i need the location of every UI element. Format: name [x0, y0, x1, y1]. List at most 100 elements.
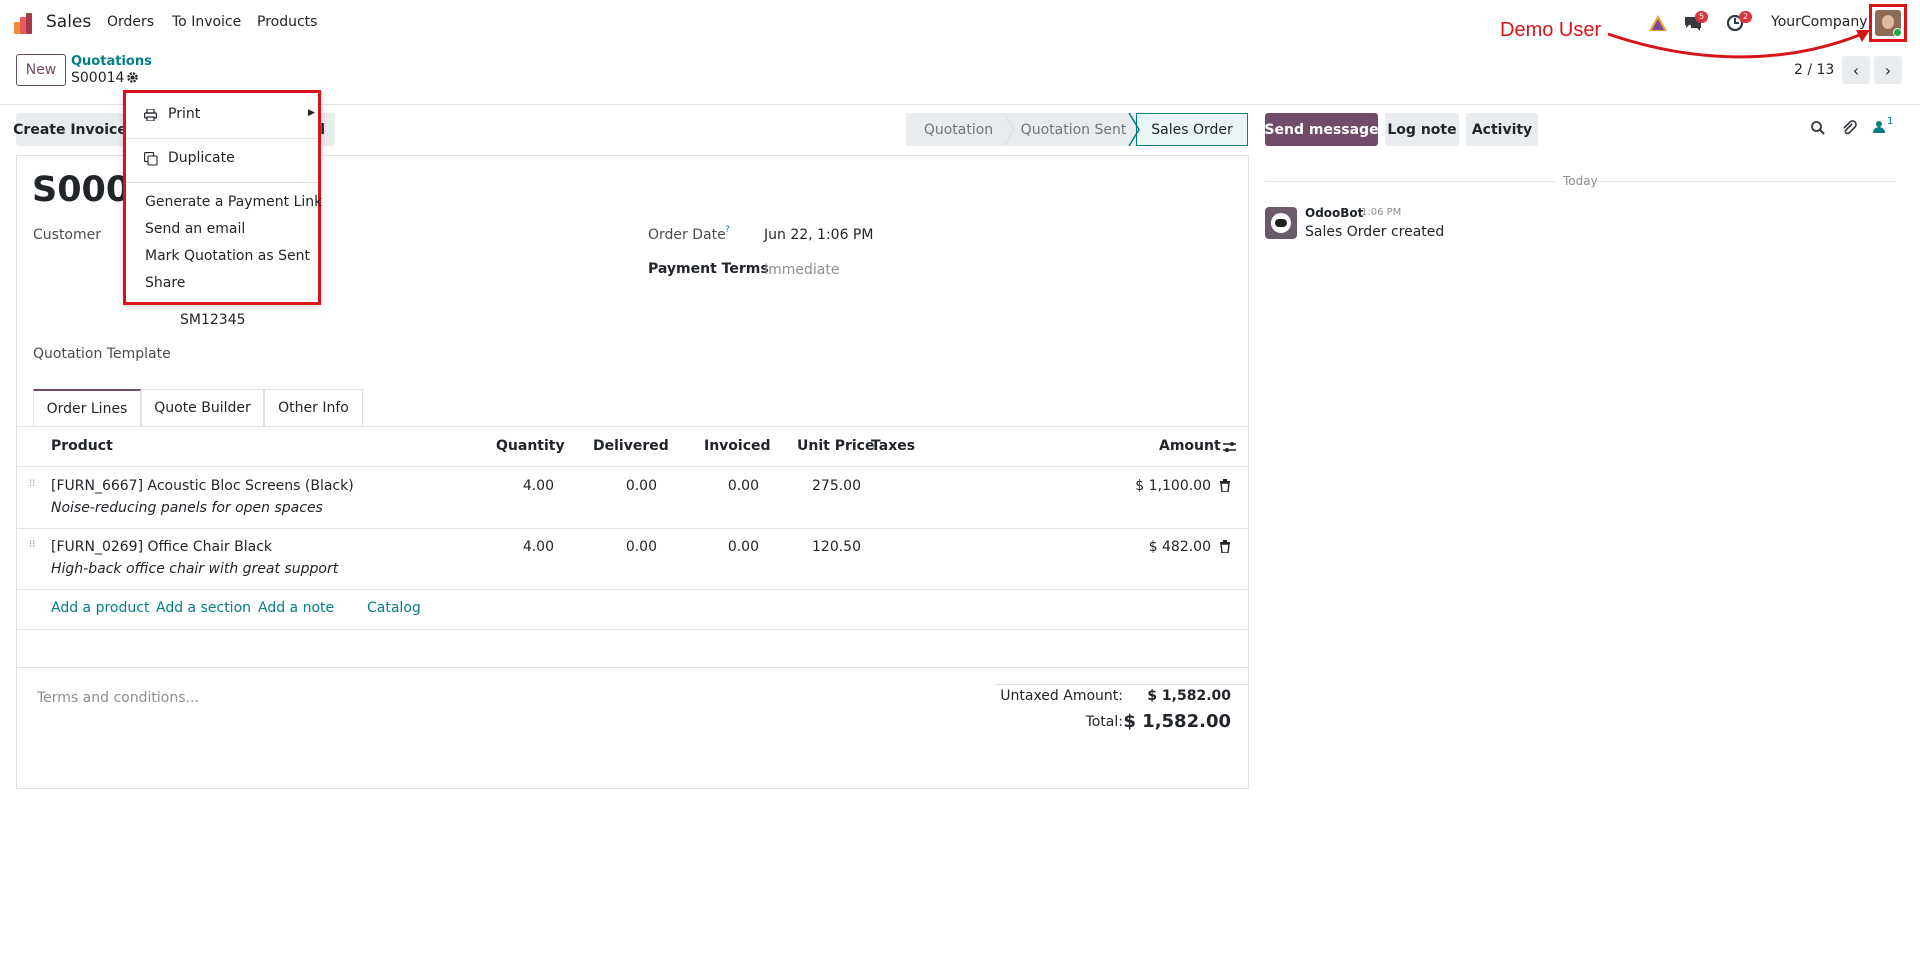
online-status-icon — [1893, 28, 1901, 36]
col-product[interactable]: Product — [51, 438, 113, 454]
pager-value[interactable]: 2 / 13 — [1794, 62, 1834, 78]
row1-description[interactable]: Noise-reducing panels for open spaces — [51, 500, 323, 516]
stage-arrow-icon — [1128, 113, 1140, 146]
activity-button[interactable]: Activity — [1466, 113, 1538, 146]
row1-amount: $ 1,100.00 — [1135, 478, 1211, 494]
row2-unit-price[interactable]: 120.50 — [780, 539, 861, 555]
table-bottom-divider — [16, 629, 1249, 630]
stage-sales-order[interactable]: Sales Order — [1136, 113, 1248, 146]
menu-divider — [126, 182, 318, 183]
trash-icon[interactable] — [1219, 540, 1231, 557]
menu-item-print[interactable]: Print — [168, 106, 288, 122]
row2-amount: $ 482.00 — [1148, 539, 1211, 555]
row2-invoiced[interactable]: 0.00 — [670, 539, 759, 555]
row1-delivered[interactable]: 0.00 — [570, 478, 657, 494]
breadcrumb-current: S00014 — [71, 70, 125, 86]
col-taxes[interactable]: Taxes — [871, 438, 915, 454]
drag-handle-icon[interactable]: ⁝⁝ — [29, 540, 37, 555]
untaxed-amount-label: Untaxed Amount: — [1000, 688, 1123, 704]
message-time: 1:06 PM — [1361, 207, 1402, 218]
stage-arrow-icon — [1003, 113, 1015, 146]
message-body: Sales Order created — [1305, 224, 1445, 240]
row-divider — [16, 528, 1249, 529]
totals-divider — [995, 684, 1249, 685]
day-separator-line — [1265, 181, 1555, 182]
pager-previous-button[interactable]: ‹ — [1842, 56, 1870, 84]
message-author[interactable]: OdooBot — [1305, 206, 1363, 220]
annotation-arrow-icon — [1607, 30, 1870, 59]
row2-description[interactable]: High-back office chair with great suppor… — [51, 561, 338, 577]
order-date-value[interactable]: Jun 22, 1:06 PM — [764, 227, 873, 243]
menu-item-send-email[interactable]: Send an email — [145, 221, 337, 237]
odoobot-avatar[interactable] — [1265, 207, 1297, 239]
column-settings-icon[interactable] — [1222, 440, 1237, 458]
col-amount[interactable]: Amount — [1159, 438, 1221, 454]
trash-icon[interactable] — [1219, 479, 1231, 496]
pager-next-button[interactable]: › — [1874, 56, 1902, 84]
gear-icon[interactable] — [126, 71, 139, 88]
day-separator-label: Today — [1563, 174, 1598, 188]
quotation-template-label: Quotation Template — [33, 346, 171, 362]
tab-quote-builder[interactable]: Quote Builder — [141, 389, 264, 427]
demo-user-annotation: Demo User — [1500, 19, 1602, 41]
row1-quantity[interactable]: 4.00 — [470, 478, 554, 494]
chevron-right-icon: › — [1884, 60, 1892, 80]
drag-handle-icon[interactable]: ⁝⁝ — [29, 479, 37, 494]
row1-invoiced[interactable]: 0.00 — [670, 478, 759, 494]
breadcrumb-quotations[interactable]: Quotations — [71, 54, 152, 69]
help-icon[interactable]: ? — [725, 225, 730, 235]
row1-product[interactable]: [FURN_6667] Acoustic Bloc Screens (Black… — [51, 478, 354, 494]
row-divider — [16, 589, 1249, 590]
send-message-button[interactable]: Send message — [1264, 113, 1379, 146]
paperclip-icon[interactable] — [1841, 119, 1857, 140]
menu-to-invoice[interactable]: To Invoice — [172, 14, 241, 30]
col-unit-price[interactable]: Unit Price — [797, 438, 874, 454]
row1-unit-price[interactable]: 275.00 — [780, 478, 861, 494]
terms-divider — [16, 667, 1249, 668]
day-separator-line — [1596, 181, 1896, 182]
tab-order-lines[interactable]: Order Lines — [33, 389, 141, 427]
payment-terms-label: Payment Terms — [648, 261, 769, 277]
tab-other-info[interactable]: Other Info — [264, 389, 363, 427]
menu-item-duplicate[interactable]: Duplicate — [168, 150, 308, 166]
sales-app-logo-icon[interactable] — [14, 12, 38, 34]
catalog-link[interactable]: Catalog — [367, 600, 421, 616]
menu-item-share[interactable]: Share — [145, 275, 337, 291]
customer-reference: SM12345 — [180, 312, 246, 328]
payment-terms-value[interactable]: Immediate — [764, 262, 839, 278]
menu-orders[interactable]: Orders — [107, 14, 154, 30]
log-note-button[interactable]: Log note — [1385, 113, 1459, 146]
add-section-link[interactable]: Add a section — [156, 600, 251, 616]
menu-item-payment-link[interactable]: Generate a Payment Link — [145, 194, 337, 210]
add-note-link[interactable]: Add a note — [258, 600, 334, 616]
stage-quotation[interactable]: Quotation — [906, 113, 1011, 146]
action-menu-dropdown: Print ▶ Duplicate Generate a Payment Lin… — [123, 90, 322, 305]
col-invoiced[interactable]: Invoiced — [704, 438, 771, 454]
menu-item-mark-sent[interactable]: Mark Quotation as Sent — [145, 248, 337, 264]
menu-divider — [126, 138, 318, 139]
customer-label: Customer — [33, 227, 102, 243]
duplicate-icon — [144, 152, 158, 170]
new-button[interactable]: New — [16, 54, 66, 86]
followers-icon[interactable] — [1873, 120, 1885, 138]
app-name[interactable]: Sales — [46, 12, 91, 32]
create-invoice-button[interactable]: Create Invoice — [13, 113, 127, 146]
col-delivered[interactable]: Delivered — [593, 438, 669, 454]
total-value: $ 1,582.00 — [1123, 711, 1231, 732]
untaxed-amount-value: $ 1,582.00 — [1147, 688, 1231, 704]
order-date-label: Order Date — [648, 227, 726, 243]
row2-product[interactable]: [FURN_0269] Office Chair Black — [51, 539, 272, 555]
menu-products[interactable]: Products — [257, 14, 317, 30]
followers-count: 1 — [1887, 116, 1894, 127]
search-icon[interactable] — [1810, 120, 1826, 140]
printer-icon — [144, 108, 158, 125]
stage-quotation-sent[interactable]: Quotation Sent — [1011, 113, 1136, 146]
total-label: Total: — [1085, 714, 1123, 730]
table-header-divider — [16, 466, 1249, 467]
add-product-link[interactable]: Add a product — [51, 600, 149, 616]
terms-conditions-field[interactable]: Terms and conditions... — [37, 690, 199, 706]
row2-delivered[interactable]: 0.00 — [570, 539, 657, 555]
tab-divider — [16, 426, 1249, 427]
row2-quantity[interactable]: 4.00 — [470, 539, 554, 555]
col-quantity[interactable]: Quantity — [496, 438, 565, 454]
